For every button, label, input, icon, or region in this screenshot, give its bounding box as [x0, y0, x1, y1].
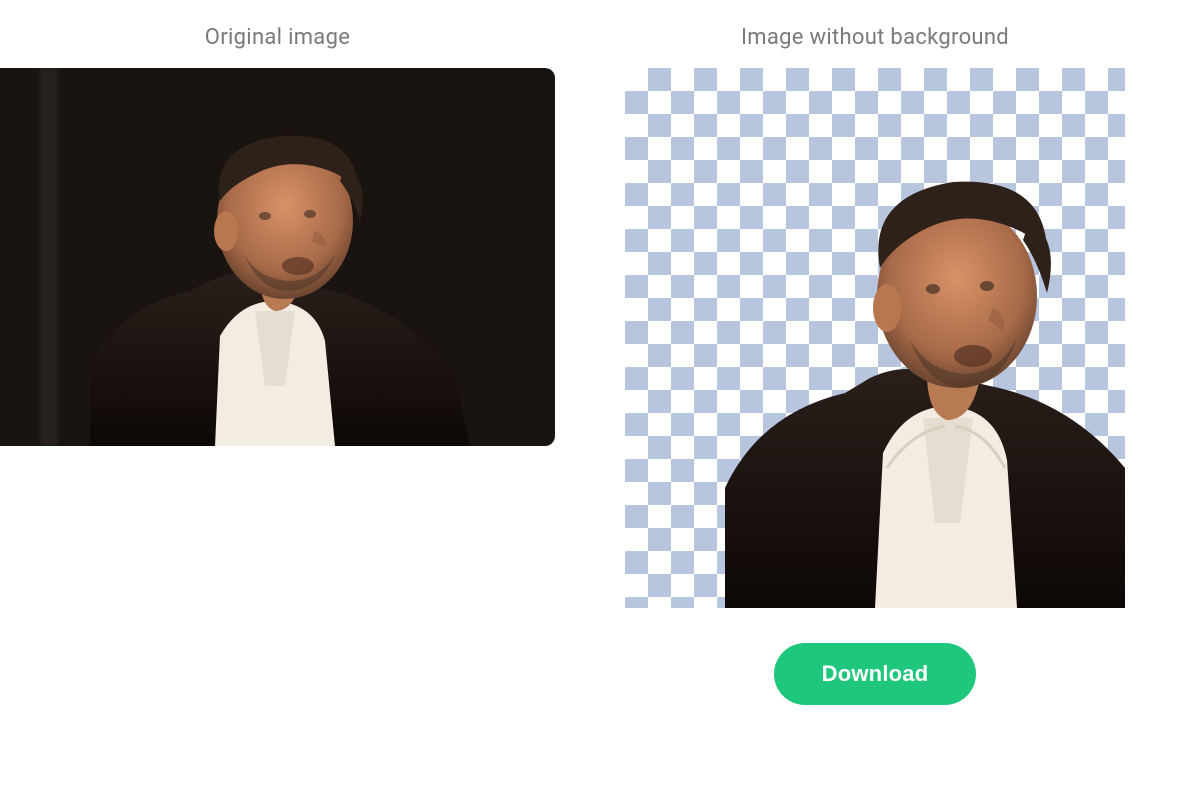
original-image [0, 68, 555, 446]
person-silhouette-icon [60, 126, 480, 446]
download-wrap: Download [625, 643, 1125, 705]
removed-panel: Image without background [625, 25, 1125, 705]
original-title: Original image [205, 25, 350, 50]
original-panel: Original image [0, 25, 555, 446]
removed-title: Image without background [741, 25, 1009, 50]
download-button[interactable]: Download [774, 643, 977, 705]
comparison-container: Original image [0, 0, 1200, 705]
person-silhouette-icon [705, 168, 1125, 608]
removed-image [625, 68, 1125, 608]
